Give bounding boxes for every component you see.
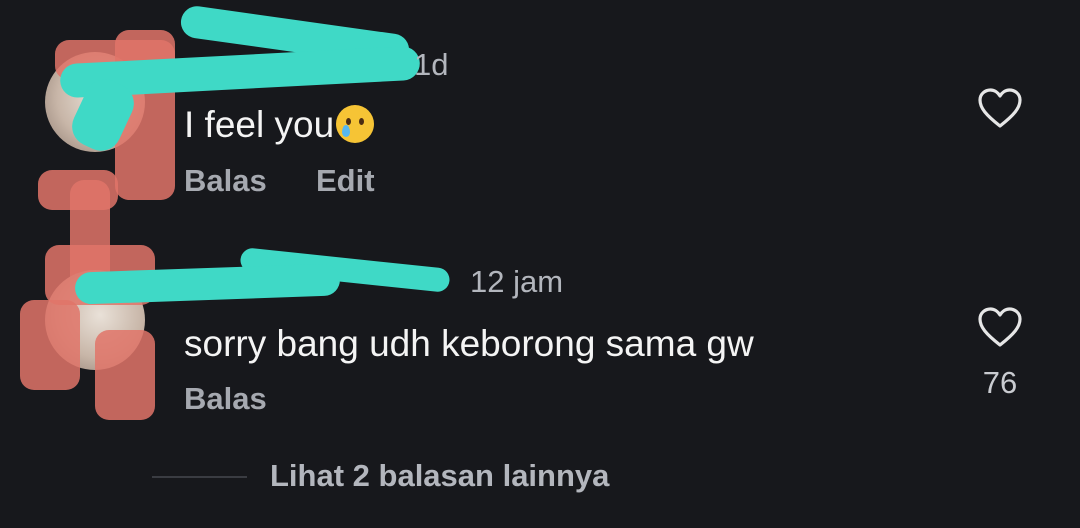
redaction-mark — [20, 300, 80, 390]
comment-timestamp: 1d — [414, 47, 449, 82]
like-heart-icon[interactable] — [976, 86, 1024, 130]
replies-divider — [152, 476, 247, 478]
comment-text-content: I feel you — [184, 104, 335, 145]
edit-button[interactable]: Edit — [316, 163, 375, 199]
comment-timestamp: 12 jam — [470, 264, 564, 299]
comment-text: I feel you — [184, 104, 375, 146]
like-heart-icon[interactable] — [976, 305, 1024, 349]
reply-button[interactable]: Balas — [184, 381, 267, 417]
comment-thread: 1d I feel you Balas Edit 12 jam sorry ba… — [0, 0, 1080, 528]
redaction-mark — [95, 330, 155, 420]
reply-button[interactable]: Balas — [184, 163, 267, 199]
crying-face-emoji-icon — [336, 105, 375, 143]
like-count: 76 — [982, 365, 1018, 400]
comment-text: sorry bang udh keborong sama gw — [184, 323, 754, 364]
view-more-replies-button[interactable]: Lihat 2 balasan lainnya — [270, 458, 609, 494]
